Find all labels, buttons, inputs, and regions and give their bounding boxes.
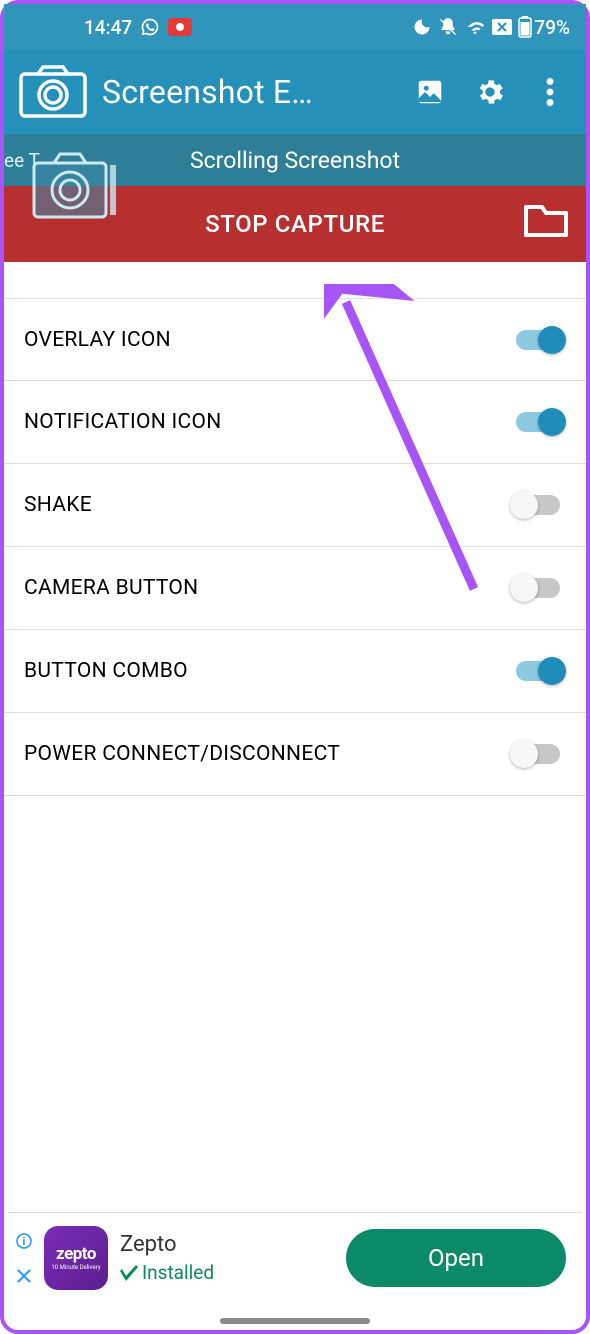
ad-close-icon[interactable] (17, 1269, 31, 1283)
toggle-switch[interactable] (510, 654, 566, 688)
more-menu-icon[interactable] (534, 76, 566, 108)
setting-label: NOTIFICATION ICON (24, 410, 222, 434)
setting-row[interactable]: OVERLAY ICON (4, 298, 586, 381)
whatsapp-icon (140, 17, 160, 37)
setting-label: OVERLAY ICON (24, 328, 171, 352)
ad-logo-subtitle: 10 Minute Delivery (51, 1264, 100, 1271)
banner-title: Scrolling Screenshot (190, 147, 400, 174)
checkmark-icon (120, 1263, 138, 1281)
folder-icon[interactable] (524, 203, 568, 245)
ad-logo-text: zepto (56, 1244, 96, 1264)
ad-cta-label: Open (428, 1244, 484, 1272)
setting-label: SHAKE (24, 493, 92, 517)
ad-status-text: Installed (142, 1261, 214, 1284)
image-icon[interactable] (414, 76, 446, 108)
settings-gear-icon[interactable] (474, 76, 506, 108)
status-bar: 14:47 79% (4, 4, 586, 50)
floating-camera-overlay[interactable] (30, 149, 120, 225)
setting-label: POWER CONNECT/DISCONNECT (24, 742, 340, 766)
toggle-switch[interactable] (510, 737, 566, 771)
app-title: Screenshot E… (102, 73, 414, 111)
toggle-switch[interactable] (510, 405, 566, 439)
toggle-switch[interactable] (510, 571, 566, 605)
app-camera-icon (18, 64, 92, 120)
svg-text:i: i (23, 1235, 26, 1248)
battery-percent: 79% (534, 16, 570, 39)
ad-info-icon[interactable]: i (16, 1233, 32, 1249)
ad-banner: i zepto 10 Minute Delivery Zepto Install… (8, 1212, 582, 1302)
setting-row[interactable]: CAMERA BUTTON (4, 547, 586, 630)
app-bar: Screenshot E… (4, 50, 586, 134)
setting-row[interactable]: POWER CONNECT/DISCONNECT (4, 713, 586, 796)
stop-capture-label: STOP CAPTURE (205, 210, 385, 238)
toggle-switch[interactable] (510, 488, 566, 522)
battery-icon: 79% (518, 16, 570, 39)
status-right: 79% (412, 16, 570, 39)
settings-list: OVERLAY ICON NOTIFICATION ICON SHAKE CAMERA… (4, 298, 586, 796)
ad-logo[interactable]: zepto 10 Minute Delivery (44, 1226, 108, 1290)
toggle-switch[interactable] (510, 323, 566, 357)
wifi-icon (464, 18, 486, 36)
dnd-moon-icon (412, 17, 432, 37)
home-indicator[interactable] (220, 1318, 370, 1324)
mute-icon (438, 17, 458, 37)
setting-label: CAMERA BUTTON (24, 576, 198, 600)
ad-installed-status: Installed (120, 1261, 334, 1284)
record-icon (168, 18, 192, 36)
setting-label: BUTTON COMBO (24, 659, 188, 683)
status-left: 14:47 (84, 16, 192, 39)
status-time: 14:47 (84, 16, 132, 39)
ad-title: Zepto (120, 1232, 334, 1257)
ad-open-button[interactable]: Open (346, 1229, 566, 1287)
no-sim-icon (492, 19, 512, 35)
setting-row[interactable]: BUTTON COMBO (4, 630, 586, 713)
setting-row[interactable]: SHAKE (4, 464, 586, 547)
setting-row[interactable]: NOTIFICATION ICON (4, 381, 586, 464)
